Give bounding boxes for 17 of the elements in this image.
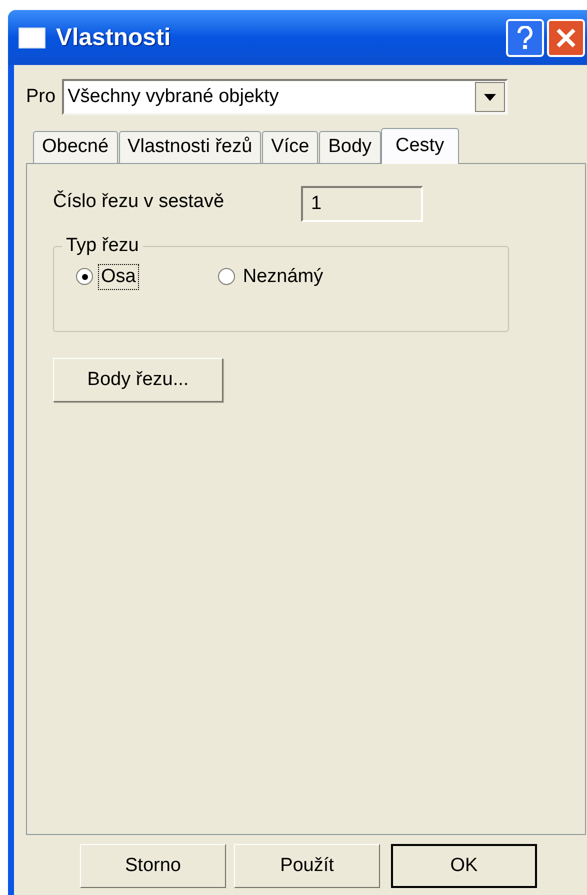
- dialog-button[interactable]: Storno: [80, 844, 226, 888]
- section-number-field[interactable]: 1: [301, 186, 423, 222]
- tab[interactable]: Obecné: [33, 131, 118, 163]
- scope-dropdown[interactable]: Všechny vybrané objekty: [62, 79, 508, 115]
- tab[interactable]: Body: [319, 131, 381, 163]
- field-label: Číslo řezu v sestavě: [53, 189, 226, 214]
- radio-label[interactable]: Osa: [99, 264, 138, 288]
- tab[interactable]: Cesty: [380, 128, 460, 164]
- tab[interactable]: Vlastnosti řezů: [118, 131, 262, 163]
- dialog-button[interactable]: Použít: [234, 844, 380, 888]
- group-title: Typ řezu: [65, 234, 140, 258]
- dialog-button[interactable]: OK: [391, 844, 537, 888]
- radio-label[interactable]: Neznámý: [240, 264, 326, 288]
- section-points-button[interactable]: Body řezu...: [53, 358, 223, 402]
- scope-label: Pro: [26, 84, 56, 109]
- window-title: Vlastnosti: [56, 22, 171, 52]
- tab[interactable]: Více: [262, 131, 318, 163]
